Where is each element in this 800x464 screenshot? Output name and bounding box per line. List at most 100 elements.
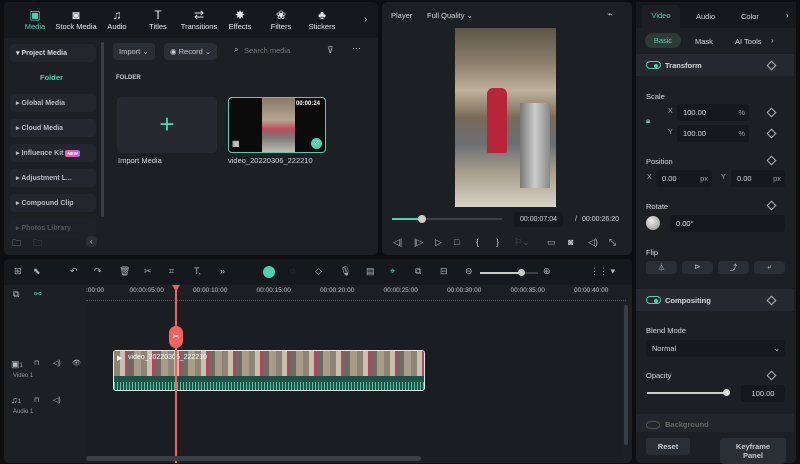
opacity-input[interactable]: 100.00 — [741, 385, 785, 402]
search-input[interactable] — [244, 43, 324, 57]
record-dropdown[interactable]: ◉ Record ⌄ — [164, 43, 218, 60]
tab-transitions[interactable]: ⇄ Transitions — [177, 8, 221, 31]
snap-icon[interactable]: ⌖ — [390, 266, 395, 277]
vertical-scrollbar[interactable] — [624, 305, 628, 445]
next-frame-icon[interactable]: |▷ — [414, 237, 423, 248]
lock-aspect-icon[interactable]: 🔒︎ — [646, 116, 650, 126]
more-tabs-chevron-icon[interactable]: › — [364, 14, 367, 25]
sidebar-item-influence-kit[interactable]: ▸ Influence Kit NEW — [10, 144, 96, 162]
collapse-sidebar-button[interactable]: ‹ — [86, 236, 97, 247]
sidebar-item-project-media[interactable]: ▾ Project Media — [10, 44, 96, 62]
sidebar-scrollbar[interactable] — [101, 42, 104, 217]
rotate-input[interactable]: 0.00° — [670, 215, 785, 232]
quality-dropdown[interactable]: Full Quality ⌄ — [427, 11, 473, 20]
blend-mode-dropdown[interactable]: Normal ⌄ — [646, 340, 785, 357]
audio-track-icon[interactable]: ▤ — [366, 266, 375, 277]
redo-icon[interactable]: ↷ — [94, 266, 102, 277]
mute-track-icon[interactable]: ◁) — [53, 359, 61, 367]
undo-icon[interactable]: ↶ — [70, 266, 78, 277]
volume-icon[interactable]: ◁) — [588, 237, 598, 248]
zoom-out-icon[interactable]: ⊖ — [465, 266, 473, 277]
zoom-slider-track[interactable] — [480, 272, 538, 274]
speed-icon[interactable]: ◌ — [290, 266, 295, 276]
fullscreen-icon[interactable]: ⤡ — [609, 237, 616, 248]
position-x-input[interactable]: 0.00 px — [656, 170, 712, 187]
timeline-video-clip[interactable]: ▶ video_20220306_222210 — [113, 350, 425, 391]
opacity-slider-track[interactable] — [647, 392, 727, 394]
waveform-monitor-icon[interactable]: ⌁ — [607, 9, 612, 20]
mark-in-icon[interactable]: { — [476, 237, 479, 247]
playhead-line[interactable] — [175, 287, 177, 463]
crop-icon[interactable]: ⌗ — [169, 266, 174, 277]
split-icon[interactable]: ✂ — [144, 266, 152, 277]
zoom-slider-handle[interactable] — [517, 269, 525, 276]
keyframe-panel-button[interactable]: Keyframe Panel — [720, 438, 786, 464]
preview-render-icon[interactable]: ⧉ — [415, 266, 421, 277]
sidebar-item-photos-library[interactable]: ▸ Photos Library — [10, 219, 96, 237]
eye-icon[interactable]: 👁︎ — [72, 359, 81, 367]
previous-frame-icon[interactable]: ◁| — [393, 237, 402, 248]
video-clip-thumbnail[interactable]: 00:00:24 ▦ ✓ — [228, 97, 326, 153]
opacity-slider-handle[interactable] — [723, 389, 730, 396]
compositing-toggle[interactable] — [646, 296, 661, 304]
subtab-ai-tools[interactable]: AI Tools — [735, 37, 762, 46]
split-scissors-button[interactable]: ✂ — [169, 326, 183, 348]
rotate-clockwise-button[interactable]: ⤴ — [718, 261, 749, 274]
mark-out-icon[interactable]: } — [496, 237, 499, 247]
link-icon[interactable]: ⚯ — [34, 289, 42, 300]
tab-audio[interactable]: ♫ Audio — [95, 8, 139, 31]
add-track-icon[interactable]: ⧉ — [13, 289, 19, 300]
more-subtabs-icon[interactable]: › — [771, 36, 774, 45]
import-media-tile[interactable]: + — [117, 97, 217, 153]
more-tabs-icon[interactable]: › — [786, 11, 789, 20]
tab-filters[interactable]: ❀ Filters — [259, 8, 303, 31]
transform-toggle[interactable] — [646, 61, 661, 69]
tab-video[interactable]: Video — [642, 5, 680, 28]
more-options-icon[interactable]: ⋯ — [352, 43, 361, 54]
scale-x-input[interactable]: 100.00% — [677, 104, 749, 121]
folder-icon[interactable]: 🗀 — [33, 236, 42, 252]
tab-color[interactable]: Color — [741, 12, 759, 21]
layout-icon[interactable]: ⊞ — [14, 266, 22, 277]
tab-stock-media[interactable]: ◙ Stock Media — [54, 8, 98, 31]
snapshot-icon[interactable]: ◙ — [568, 237, 573, 247]
mute-audio-track-icon[interactable]: ◁) — [53, 396, 61, 404]
rotate-counterclockwise-button[interactable]: ⤶ — [754, 261, 785, 274]
tab-media[interactable]: ▣ Media — [13, 8, 57, 31]
delete-icon[interactable]: 🗑︎ — [119, 266, 130, 277]
tab-audio[interactable]: Audio — [696, 12, 715, 21]
new-folder-icon[interactable]: 🗀 — [12, 236, 21, 252]
sidebar-item-adjustment-l-[interactable]: ▸ Adjustment L... — [10, 169, 96, 187]
more-tools-icon[interactable]: » — [220, 266, 225, 276]
track-layout-icon[interactable]: ⋮⋮ ▾ — [590, 266, 615, 277]
marker-icon[interactable]: ⚐⌄ — [514, 237, 530, 248]
select-tool-icon[interactable]: ⬉ — [33, 266, 41, 277]
subtab-mask[interactable]: Mask — [695, 37, 713, 46]
timeline-ruler[interactable] — [86, 285, 626, 301]
position-y-input[interactable]: 0.00 px — [731, 170, 785, 187]
sidebar-item-global-media[interactable]: ▸ Global Media — [10, 94, 96, 112]
display-icon[interactable]: ▭ — [547, 237, 556, 248]
lock-track-icon[interactable]: ⊓ — [34, 359, 39, 367]
current-time[interactable]: 00:00:07:04 — [514, 212, 563, 227]
sidebar-item-compound-clip[interactable]: ▸ Compound Clip — [10, 194, 96, 212]
zoom-in-icon[interactable]: ⊕ — [543, 266, 551, 277]
scale-y-input[interactable]: 100.00% — [677, 125, 749, 142]
filter-icon[interactable]: ⊽ — [327, 45, 334, 56]
horizontal-scrollbar[interactable] — [86, 456, 421, 461]
flip-horizontal-button[interactable]: ⏃ — [646, 261, 677, 274]
shield-marker-icon[interactable]: ◇ — [315, 266, 322, 277]
ai-copilot-icon[interactable] — [263, 266, 275, 278]
flip-vertical-button[interactable]: ⊳ — [682, 261, 713, 274]
play-icon[interactable]: ▷ — [435, 237, 442, 248]
sidebar-item-cloud-media[interactable]: ▸ Cloud Media — [10, 119, 96, 137]
import-dropdown[interactable]: Import ⌄ — [113, 43, 155, 60]
tab-titles[interactable]: T Titles — [136, 8, 180, 31]
playback-scrubber-handle[interactable] — [417, 215, 426, 223]
playback-progress-track[interactable] — [392, 218, 502, 220]
subtab-basic[interactable]: Basic — [645, 33, 681, 48]
fit-icon[interactable]: ⊟ — [440, 266, 448, 277]
stop-icon[interactable]: □ — [454, 237, 459, 247]
text-icon[interactable]: T, — [194, 266, 201, 276]
lock-audio-track-icon[interactable]: ⊓ — [34, 396, 39, 404]
